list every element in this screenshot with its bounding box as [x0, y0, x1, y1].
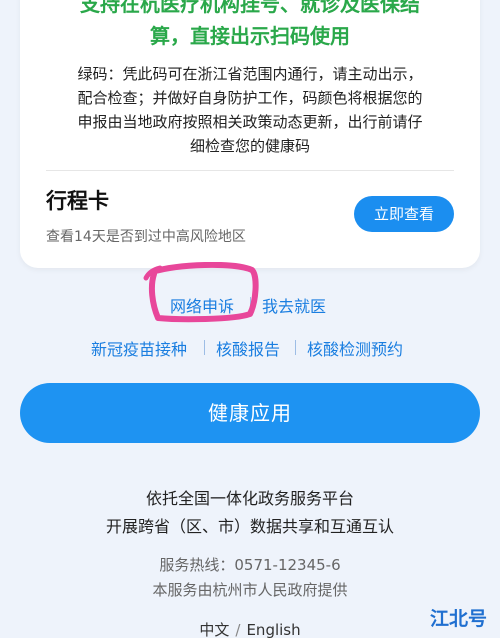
nucleic-acid-report-link[interactable]: 核酸报告 [216, 336, 280, 360]
notice-line-1: 支持在杭医疗机构挂号、就诊及医保结 [80, 0, 420, 16]
green-code-desc-line: 配合检查；并做好自身防护工作，码颜色将根据您的 [77, 89, 423, 107]
language-switch: 中文 / English [0, 619, 500, 638]
watermark-logo: 江北号 [430, 608, 488, 630]
trip-card-subtitle: 查看14天是否到过中高风险地区 [46, 229, 246, 245]
view-now-button[interactable]: 立即查看 [354, 196, 454, 232]
see-doctor-link[interactable]: 我去就医 [262, 293, 326, 317]
footer-platform-line: 依托全国一体化政务服务平台 [145, 489, 354, 508]
footer-provider: 本服务由杭州市人民政府提供 [152, 581, 348, 599]
highlight-scribble-icon [143, 262, 259, 323]
link-separator [295, 340, 296, 355]
trip-card-title: 行程卡 [46, 189, 109, 213]
health-code-card: 支持在杭医疗机构挂号、就诊及医保结 算，直接出示扫码使用 绿码：凭此码可在浙江省… [20, 0, 480, 268]
nucleic-acid-appointment-link[interactable]: 核酸检测预约 [307, 336, 403, 360]
covid-vaccine-link[interactable]: 新冠疫苗接种 [91, 336, 187, 360]
card-divider [46, 170, 454, 171]
language-chinese[interactable]: 中文 [199, 621, 229, 638]
footer-sharing-line: 开展跨省（区、市）数据共享和互通互认 [105, 517, 394, 536]
health-code-page: 支持在杭医疗机构挂号、就诊及医保结 算，直接出示扫码使用 绿码：凭此码可在浙江省… [0, 0, 500, 638]
green-code-desc-line: 细检查您的健康码 [189, 137, 310, 155]
notice-line-2: 算，直接出示扫码使用 [150, 24, 350, 48]
language-english[interactable]: English [246, 621, 300, 638]
footer-hotline: 服务热线：0571-12345-6 [159, 556, 341, 574]
language-separator: / [235, 621, 241, 638]
link-separator [204, 340, 205, 355]
health-app-button[interactable]: 健康应用 [20, 383, 480, 443]
green-code-desc-line: 绿码：凭此码可在浙江省范围内通行，请主动出示， [77, 65, 423, 83]
green-code-desc-line: 申报由当地政府按照相关政策动态更新，出行前请仔 [77, 113, 423, 131]
